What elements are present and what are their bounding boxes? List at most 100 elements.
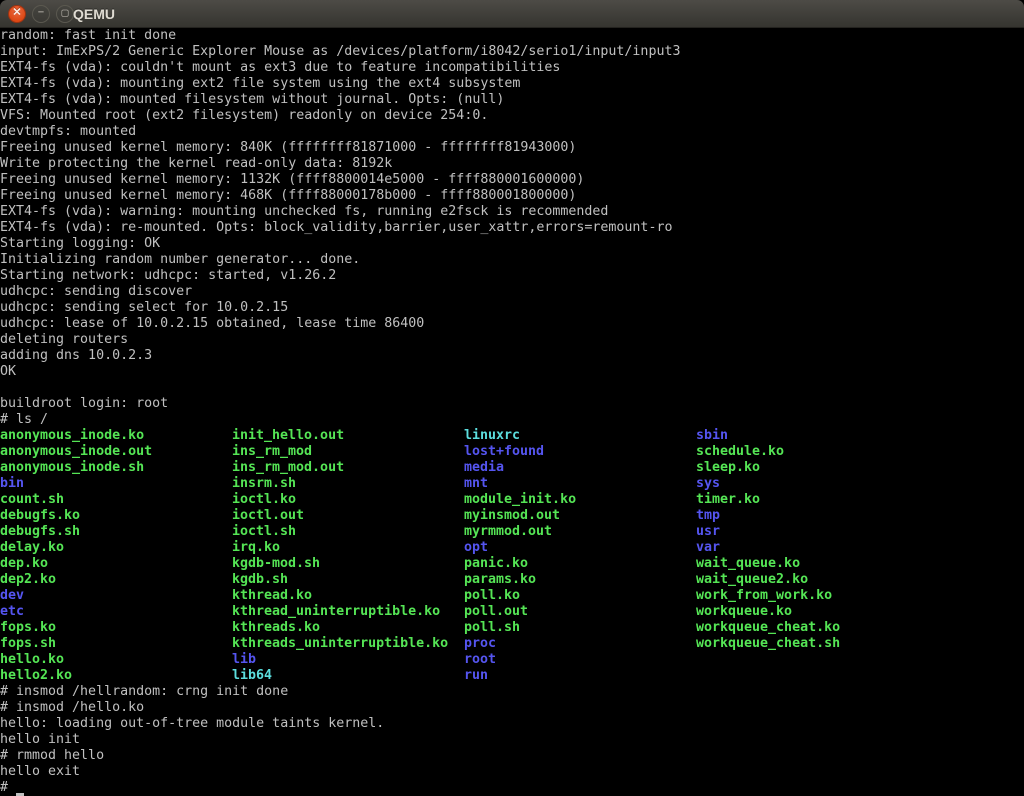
dir-entry: dev: [0, 588, 24, 604]
console-line: input: ImExPS/2 Generic Explorer Mouse a…: [0, 44, 1024, 60]
dir-entry: sys: [696, 476, 720, 492]
dir-entry: lib: [232, 652, 256, 668]
ls-output-row: debugfs.shioctl.shmyrmmod.outusr: [0, 524, 1024, 540]
symlink-entry: lib64: [232, 668, 272, 684]
file-entry: work_from_work.ko: [696, 588, 832, 604]
dir-entry: media: [464, 460, 504, 476]
console-line: EXT4-fs (vda): mounting ext2 file system…: [0, 76, 1024, 92]
dir-entry: mnt: [464, 476, 488, 492]
close-button[interactable]: ✕: [8, 5, 26, 23]
dir-entry: tmp: [696, 508, 720, 524]
dir-entry: lost+found: [464, 444, 544, 460]
file-entry: debugfs.ko: [0, 508, 80, 524]
console-line: udhcpc: sending select for 10.0.2.15: [0, 300, 1024, 316]
title-bar[interactable]: ✕ − ▢ QEMU: [0, 0, 1024, 28]
ls-output-row: etckthread_uninterruptible.kopoll.outwor…: [0, 604, 1024, 620]
file-entry: workqueue.ko: [696, 604, 792, 620]
file-entry: count.sh: [0, 492, 64, 508]
console-line: OK: [0, 364, 1024, 380]
dir-entry: opt: [464, 540, 488, 556]
console-line: EXT4-fs (vda): warning: mounting uncheck…: [0, 204, 1024, 220]
file-entry: workqueue_cheat.ko: [696, 620, 840, 636]
console-line: hello exit: [0, 764, 1024, 780]
maximize-icon: ▢: [61, 9, 70, 18]
minimize-button[interactable]: −: [32, 5, 50, 23]
console-line: # ls /: [0, 412, 1024, 428]
file-entry: wait_queue.ko: [696, 556, 800, 572]
ls-output-row: dep2.ko kgdb.sh params.ko wait_queue2.ko: [0, 572, 1024, 588]
file-entry: module_init.ko: [464, 492, 576, 508]
terminal-cursor: [16, 781, 24, 796]
file-entry: fops.ko: [0, 620, 56, 636]
file-entry: kgdb.sh: [232, 572, 288, 588]
file-entry: kthread_uninterruptible.ko: [232, 604, 440, 620]
dir-entry: root: [464, 652, 496, 668]
file-entry: hello.ko: [0, 652, 64, 668]
ls-output-row: fops.shkthreads_uninterruptible.koprocwo…: [0, 636, 1024, 652]
console-line: hello: loading out-of-tree module taints…: [0, 716, 1024, 732]
console-line: EXT4-fs (vda): mounted filesystem withou…: [0, 92, 1024, 108]
console-line: VFS: Mounted root (ext2 filesystem) read…: [0, 108, 1024, 124]
console-line: # rmmod hello: [0, 748, 1024, 764]
file-entry: poll.ko: [464, 588, 520, 604]
ls-output-row: dev kthread.ko poll.ko work_from_work.ko: [0, 588, 1024, 604]
console-line: Starting logging: OK: [0, 236, 1024, 252]
console-line: random: fast init done: [0, 28, 1024, 44]
file-entry: myinsmod.out: [464, 508, 560, 524]
file-entry: ioctl.ko: [232, 492, 296, 508]
file-entry: poll.out: [464, 604, 528, 620]
console-line: Initializing random number generator... …: [0, 252, 1024, 268]
file-entry: fops.sh: [0, 636, 56, 652]
console-line: Starting network: udhcpc: started, v1.26…: [0, 268, 1024, 284]
qemu-window: ✕ − ▢ QEMU random: fast init doneinput: …: [0, 0, 1024, 796]
file-entry: kgdb-mod.sh: [232, 556, 320, 572]
ls-output-row: anonymous_inode.shins_rm_mod.outmediasle…: [0, 460, 1024, 476]
terminal-console[interactable]: random: fast init doneinput: ImExPS/2 Ge…: [0, 28, 1024, 796]
file-entry: poll.sh: [464, 620, 520, 636]
file-entry: delay.ko: [0, 540, 64, 556]
file-entry: kthread.ko: [232, 588, 312, 604]
dir-entry: sbin: [696, 428, 728, 444]
file-entry: myrmmod.out: [464, 524, 552, 540]
console-line: # insmod /hellrandom: crng init done: [0, 684, 1024, 700]
file-entry: sleep.ko: [696, 460, 760, 476]
console-line: udhcpc: sending discover: [0, 284, 1024, 300]
maximize-button[interactable]: ▢: [56, 5, 74, 23]
prompt-line: #: [0, 780, 1024, 796]
console-line: devtmpfs: mounted: [0, 124, 1024, 140]
file-entry: kthreads.ko: [232, 620, 320, 636]
ls-output-row: dep.ko kgdb-mod.sh panic.ko wait_queue.ko: [0, 556, 1024, 572]
ls-output-row: bin insrm.sh mnt sys: [0, 476, 1024, 492]
file-entry: kthreads_uninterruptible.ko: [232, 636, 448, 652]
dir-entry: run: [464, 668, 488, 684]
file-entry: params.ko: [464, 572, 536, 588]
file-entry: timer.ko: [696, 492, 760, 508]
ls-output-row: hello2.ko lib64 run: [0, 668, 1024, 684]
file-entry: insrm.sh: [232, 476, 296, 492]
file-entry: dep.ko: [0, 556, 48, 572]
file-entry: anonymous_inode.out: [0, 444, 152, 460]
file-entry: ins_rm_mod: [232, 444, 312, 460]
file-entry: hello2.ko: [0, 668, 72, 684]
console-line: Freeing unused kernel memory: 840K (ffff…: [0, 140, 1024, 156]
file-entry: panic.ko: [464, 556, 528, 572]
close-icon: ✕: [12, 8, 21, 19]
console-line: Write protecting the kernel read-only da…: [0, 156, 1024, 172]
ls-output-row: debugfs.koioctl.outmyinsmod.outtmp: [0, 508, 1024, 524]
file-entry: dep2.ko: [0, 572, 56, 588]
minimize-icon: −: [38, 8, 44, 19]
console-line: deleting routers: [0, 332, 1024, 348]
file-entry: anonymous_inode.ko: [0, 428, 144, 444]
file-entry: init_hello.out: [232, 428, 344, 444]
ls-output-row: fops.ko kthreads.ko poll.sh workqueue_cheat…: [0, 620, 1024, 636]
console-line: Freeing unused kernel memory: 468K (ffff…: [0, 188, 1024, 204]
dir-entry: bin: [0, 476, 24, 492]
file-entry: anonymous_inode.sh: [0, 460, 144, 476]
console-line: buildroot login: root: [0, 396, 1024, 412]
console-line: EXT4-fs (vda): couldn't mount as ext3 du…: [0, 60, 1024, 76]
symlink-entry: linuxrc: [464, 428, 520, 444]
file-entry: workqueue_cheat.sh: [696, 636, 840, 652]
file-entry: wait_queue2.ko: [696, 572, 808, 588]
console-line: [0, 380, 1024, 396]
console-line: Freeing unused kernel memory: 1132K (fff…: [0, 172, 1024, 188]
